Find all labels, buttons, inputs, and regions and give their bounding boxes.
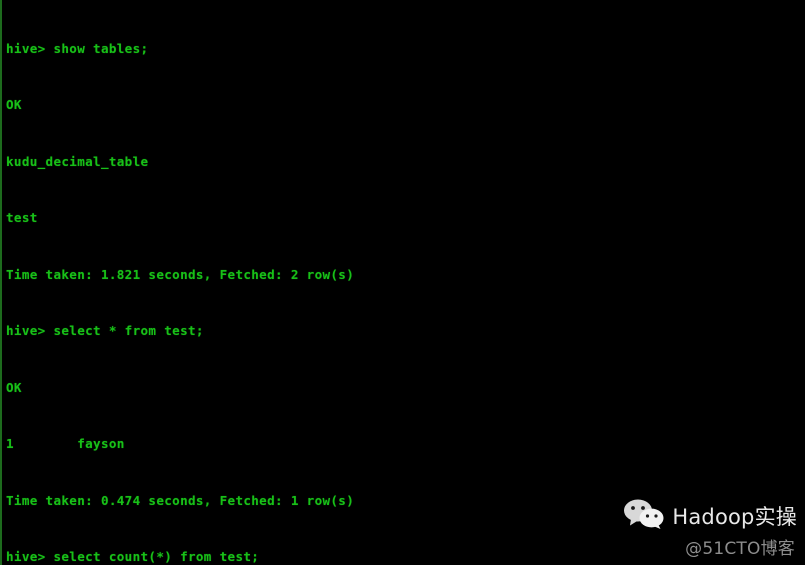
terminal-window[interactable]: hive> show tables; OK kudu_decimal_table… (0, 0, 805, 565)
terminal-line: kudu_decimal_table (6, 153, 149, 169)
terminal-screen[interactable]: hive> show tables; OK kudu_decimal_table… (6, 2, 805, 565)
terminal-line: hive> show tables; (6, 40, 149, 56)
terminal-line: Time taken: 0.474 seconds, Fetched: 1 ro… (6, 492, 355, 508)
terminal-line: 1 fayson (6, 436, 125, 452)
terminal-line: Time taken: 1.821 seconds, Fetched: 2 ro… (6, 266, 355, 282)
terminal-line: hive> select count(*) from test; (6, 549, 260, 565)
terminal-line: hive> select * from test; (6, 323, 204, 339)
terminal-line: OK (6, 97, 22, 113)
terminal-line: test (6, 210, 38, 226)
terminal-line: OK (6, 379, 22, 395)
